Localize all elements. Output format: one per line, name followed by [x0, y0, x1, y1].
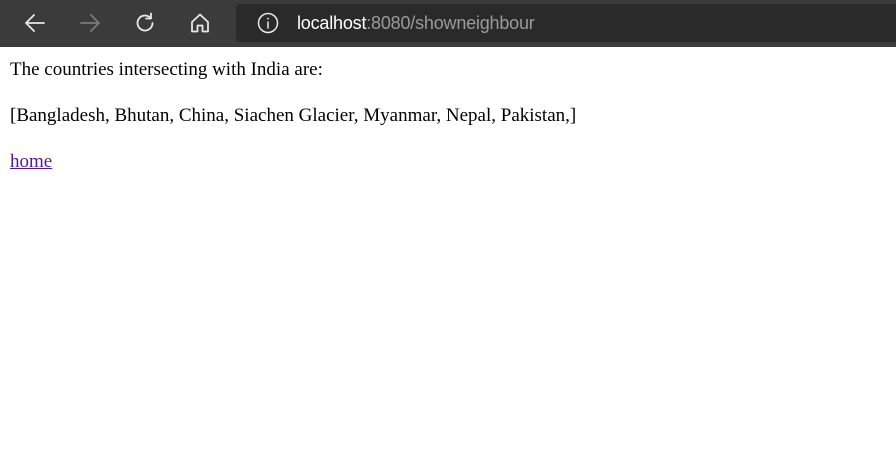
- url-path: :8080/showneighbour: [366, 12, 535, 33]
- arrow-right-icon: [80, 14, 100, 32]
- back-button[interactable]: [15, 3, 55, 43]
- browser-toolbar: localhost:8080/showneighbour: [0, 0, 896, 47]
- home-button[interactable]: [180, 3, 220, 43]
- url-text[interactable]: localhost:8080/showneighbour: [297, 13, 535, 34]
- forward-button[interactable]: [70, 3, 110, 43]
- home-link-paragraph: home: [10, 151, 52, 173]
- home-icon: [191, 13, 209, 33]
- info-icon[interactable]: [257, 12, 279, 34]
- address-bar[interactable]: localhost:8080/showneighbour: [236, 4, 896, 42]
- refresh-icon: [136, 12, 154, 32]
- neighbours-list-text: [Bangladesh, Bhutan, China, Siachen Glac…: [10, 105, 577, 126]
- home-link[interactable]: home: [10, 151, 52, 172]
- reload-button[interactable]: [125, 3, 165, 43]
- url-host: localhost: [297, 12, 367, 33]
- heading-text: The countries intersecting with India ar…: [10, 59, 323, 80]
- arrow-left-icon: [25, 14, 45, 32]
